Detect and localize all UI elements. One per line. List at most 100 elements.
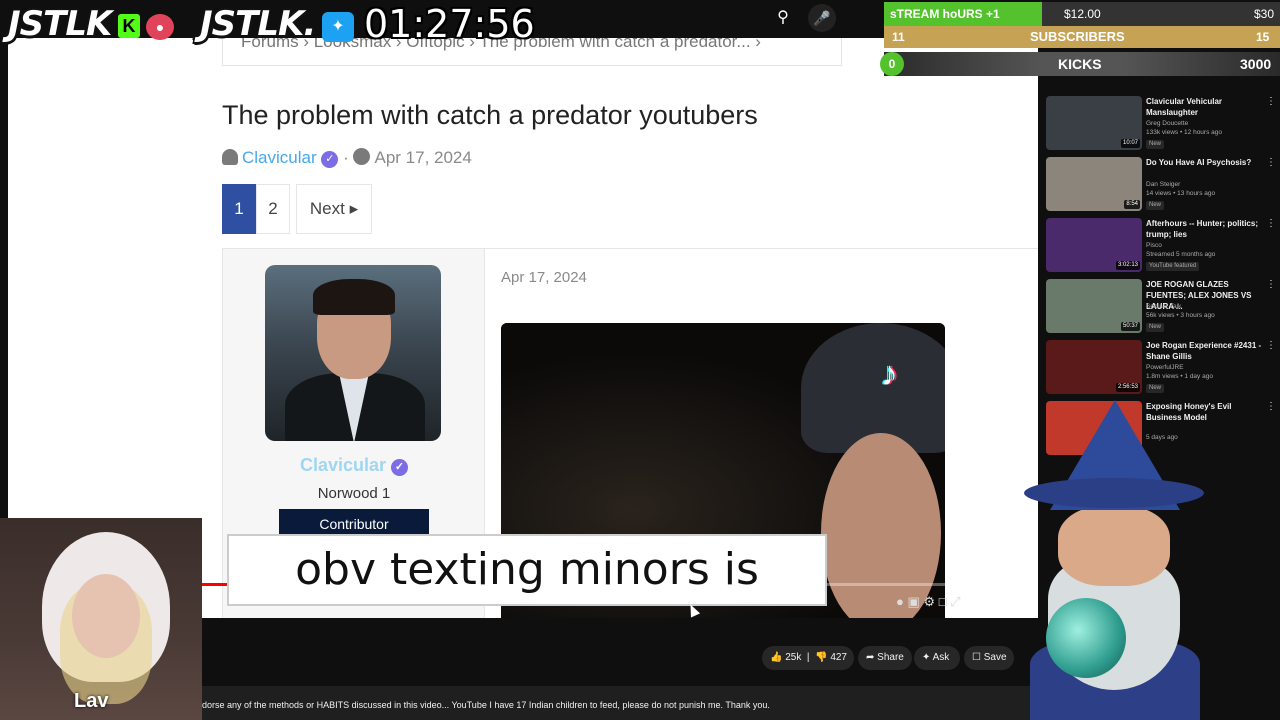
more-options-icon[interactable]: ⋮	[1266, 157, 1276, 168]
screen: ⚲ 🎤 Forums › Looksmax › Offtopic › The p…	[0, 0, 1280, 720]
kicks-target: 3000	[1240, 56, 1272, 72]
recommendation-channel: Secular Talk	[1146, 303, 1182, 310]
kicks-count: 0	[880, 52, 904, 76]
microphone-icon[interactable]: 🎤	[808, 4, 836, 32]
wizard-hat-brim	[1024, 478, 1204, 508]
recommendation-meta: Streamed 5 months ago	[1146, 251, 1216, 258]
thread-meta: Clavicular ✓ · Apr 17, 2024	[222, 148, 472, 168]
video-duration: 50:37	[1120, 322, 1140, 331]
stream-goal-label: sTREAM hoURS +1	[890, 7, 1000, 21]
recommendation-badge: New	[1146, 140, 1165, 149]
like-dislike-group: 👍 25k | 👎 427	[762, 646, 854, 670]
recommendation-item[interactable]: 50:37 JOE ROGAN GLAZES FUENTES; ALEX JONE…	[1046, 279, 1276, 337]
save-button[interactable]: ☐ Save	[964, 646, 1014, 670]
page-2-button[interactable]: 2	[256, 184, 290, 234]
video-duration: 8:54	[1124, 200, 1140, 209]
recommendation-thumbnail[interactable]: 2:56:53	[1046, 340, 1142, 394]
stream-goal-target: $30	[1254, 7, 1275, 21]
avatar-hair	[313, 279, 395, 315]
post-username-text: Clavicular	[299, 455, 387, 475]
kicks-label: KICKS	[1058, 56, 1102, 72]
ask-label: Ask	[932, 652, 950, 663]
recommendation-title[interactable]: Exposing Honey's Evil Business Model	[1146, 401, 1264, 423]
video-duration: 2:56:53	[1115, 383, 1140, 392]
clock-icon	[353, 148, 371, 165]
like-button[interactable]: 👍 25k	[770, 652, 801, 663]
crystal-ball-icon	[1046, 598, 1126, 678]
more-options-icon[interactable]: ⋮	[1266, 218, 1276, 229]
recommendation-channel: PowerfulJRE	[1146, 364, 1184, 371]
more-options-icon[interactable]: ⋮	[1266, 340, 1276, 351]
post-username[interactable]: Clavicular ✓	[223, 455, 485, 476]
verified-icon: ✓	[391, 459, 409, 476]
recommendation-badge: New	[1146, 201, 1165, 210]
page-1-button[interactable]: 1	[222, 184, 256, 234]
subtitle-caption: obv texting minors is wrong	[227, 534, 827, 663]
ask-button[interactable]: ✦ Ask	[914, 646, 960, 670]
description-text: dorse any of the methods or HABITS discu…	[202, 700, 770, 710]
share-button[interactable]: ➦ Share	[858, 646, 912, 670]
person-face	[821, 433, 941, 618]
recommendation-item[interactable]: 2:56:53 Joe Rogan Experience #2431 - Shan…	[1046, 340, 1276, 398]
settings-icon[interactable]: ⚙	[923, 594, 935, 609]
recommendation-title[interactable]: Afterhours -- Hunter; politics; trump; l…	[1146, 218, 1264, 240]
stream-goal-current: $12.00	[1064, 7, 1101, 21]
recommendation-item[interactable]: 3:02:13 Afterhours -- Hunter; politics; t…	[1046, 218, 1276, 276]
recommendation-badge: New	[1146, 323, 1165, 332]
subscribers-count: 11	[892, 30, 905, 44]
record-icon: ●	[146, 14, 174, 40]
next-page-button[interactable]: Next ▸	[296, 184, 372, 234]
dislike-count: 427	[830, 652, 847, 663]
more-options-icon[interactable]: ⋮	[1266, 96, 1276, 107]
captions-icon[interactable]: ▣	[907, 594, 919, 609]
search-icon[interactable]: ⚲	[768, 6, 798, 30]
kick-logo-icon: K	[118, 14, 140, 38]
thread-title: The problem with catch a predator youtub…	[222, 100, 758, 130]
thread-date: Apr 17, 2024	[374, 148, 472, 167]
recommendation-thumbnail[interactable]: 8:54	[1046, 157, 1142, 211]
recommendation-badge: YouTube featured	[1146, 262, 1200, 271]
webcam-name: Lav	[74, 690, 109, 712]
thread-author: Clavicular	[242, 148, 317, 167]
left-panel	[8, 38, 202, 518]
recommendation-badge: New	[1146, 384, 1165, 393]
save-label: Save	[983, 652, 1007, 663]
stream-timer: 01:27:56	[364, 2, 535, 46]
share-label: Share	[877, 652, 904, 663]
webcam-face	[72, 574, 140, 658]
recommendation-title[interactable]: Joe Rogan Experience #2431 - Shane Gilli…	[1146, 340, 1264, 362]
twitter-bird-icon: ✦	[322, 12, 354, 42]
recommendation-thumbnail[interactable]: 50:37	[1046, 279, 1142, 333]
recommendation-title[interactable]: Do You Have AI Psychosis?	[1146, 157, 1264, 168]
recommendation-item[interactable]: 8:54 Do You Have AI Psychosis? Dan Steiger…	[1046, 157, 1276, 215]
like-count: 25k	[785, 652, 802, 663]
recommendation-meta: 56k views • 3 hours ago	[1146, 312, 1215, 319]
video-duration: 3:02:13	[1115, 261, 1140, 270]
fullscreen-icon[interactable]: ⤢	[950, 594, 960, 609]
subscribers-label: SUBSCRIBERS	[1030, 29, 1125, 44]
subscribers-target: 15	[1256, 30, 1270, 44]
channel-logo-1: JSTLK	[8, 4, 112, 44]
video-controls: ● ▣ ⚙ □ ⤢	[896, 594, 1032, 612]
forum-page: Forums › Looksmax › Offtopic › The probl…	[202, 38, 1038, 618]
more-options-icon[interactable]: ⋮	[1266, 401, 1276, 412]
recommendation-thumbnail[interactable]: 10:07	[1046, 96, 1142, 150]
miniplayer-icon[interactable]: □	[939, 594, 947, 609]
verified-icon: ✓	[321, 151, 339, 168]
recommendation-meta: 5 days ago	[1146, 434, 1178, 441]
recommendation-title[interactable]: Clavicular Vehicular Manslaughter	[1146, 96, 1264, 118]
autoplay-toggle-icon[interactable]: ●	[896, 594, 904, 609]
avatar[interactable]	[265, 265, 441, 441]
recommendation-meta: 133k views • 12 hours ago	[1146, 129, 1222, 136]
wizard-face	[1058, 506, 1170, 586]
dislike-button[interactable]: 👎 427	[815, 652, 847, 663]
recommendation-channel: Pisco	[1146, 242, 1162, 249]
recommendation-item[interactable]: 10:07 Clavicular Vehicular Manslaughter Gr…	[1046, 96, 1276, 154]
recommendation-thumbnail[interactable]: 3:02:13	[1046, 218, 1142, 272]
tiktok-icon: ♪	[881, 355, 898, 393]
recommendation-item[interactable]: Exposing Honey's Evil Business Model 5 da…	[1046, 401, 1276, 459]
channel-logo-2: JSTLK.	[200, 4, 316, 44]
post-date: Apr 17, 2024	[501, 269, 587, 286]
more-options-icon[interactable]: ⋮	[1266, 279, 1276, 290]
recommendation-meta: 1.8m views • 1 day ago	[1146, 373, 1213, 380]
